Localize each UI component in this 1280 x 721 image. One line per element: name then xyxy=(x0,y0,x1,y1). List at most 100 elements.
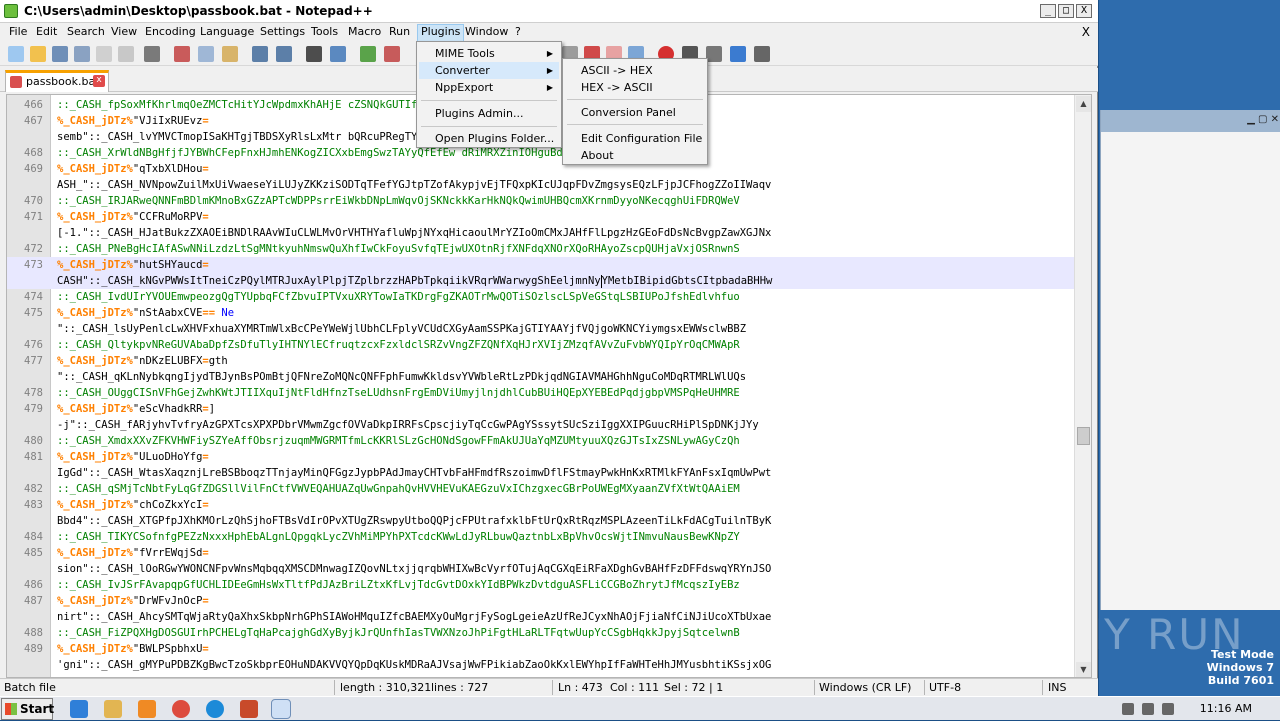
menu-window[interactable]: Window xyxy=(462,25,511,38)
tab-close-icon[interactable]: x xyxy=(93,75,105,87)
code-line[interactable]: Bbd4"::_CASH_XTGPfpJXhKMOrLzQhSjhoFTBsVd… xyxy=(7,513,1075,529)
code-line[interactable]: sion"::_CASH_lOoRGwYWONCNFpvWnsMqbqqXMSC… xyxy=(7,561,1075,577)
code-line[interactable]: 'gni"::_CASH_gMYPuPDBZKgBwcTzoSkbprEOHuN… xyxy=(7,657,1075,673)
code-line[interactable]: 481 %_CASH_jDTz%"ULuoDHoYfg= xyxy=(7,449,1075,465)
close-button[interactable]: X xyxy=(1076,4,1092,18)
code-line[interactable]: 487 %_CASH_jDTz%"DrWFvJnOcP= xyxy=(7,593,1075,609)
find-icon[interactable] xyxy=(306,46,322,62)
menu-encoding[interactable]: Encoding xyxy=(142,25,199,38)
menu-item-converter[interactable]: Converter ▶ xyxy=(419,62,559,79)
menu-item-mime-tools[interactable]: MIME Tools ▶ xyxy=(419,45,559,62)
media-player-icon[interactable] xyxy=(138,700,156,718)
menu-view[interactable]: View xyxy=(108,25,140,38)
code-line[interactable]: 482::_CASH_qSMjTcNbtFyLqGfZDGSllVilFnCtf… xyxy=(7,481,1075,497)
menu-item-plugins-admin[interactable]: Plugins Admin... xyxy=(419,105,559,122)
editor-area[interactable]: 466::_CASH_fpSoxMfKhrlmqOeZMCTcHitYJcWpd… xyxy=(6,94,1092,678)
code-line[interactable]: 484::_CASH_TIKYCSofnfgPEZzNxxxHphEbALgnL… xyxy=(7,529,1075,545)
code-line[interactable]: 473 %_CASH_jDTz%"hutSHYaucd= xyxy=(7,257,1075,273)
code-line[interactable]: 488::_CASH_FiZPQXHgDOSGUIrhPCHELgTqHaPca… xyxy=(7,625,1075,641)
background-window-controls: ▁ ▢ ✕ xyxy=(1247,114,1279,125)
code-line[interactable]: 471 %_CASH_jDTz%"CCFRuMoRPV= xyxy=(7,209,1075,225)
code-line[interactable]: 477 %_CASH_jDTz%"nDKzELUBFX=gth xyxy=(7,353,1075,369)
menu-language[interactable]: Language xyxy=(197,25,257,38)
notepadpp-taskbar-icon[interactable] xyxy=(271,699,291,719)
close-file-icon[interactable] xyxy=(96,46,112,62)
menu-plugins[interactable]: Plugins xyxy=(417,24,465,42)
code-line[interactable]: 472::_CASH_PNeBgHcIAfASwNNiLzdzLtSgMNtky… xyxy=(7,241,1075,257)
menu-item-open-plugins-folder[interactable]: Open Plugins Folder... xyxy=(419,130,559,147)
paste-icon[interactable] xyxy=(222,46,238,62)
print-icon[interactable] xyxy=(144,46,160,62)
code-line[interactable]: 478::_CASH_OUggCISnVFhGejZwhKWtJTIIXquIj… xyxy=(7,385,1075,401)
code-line[interactable]: CASH"::_CASH_kNGvPWWsItTneiCzPQylMTRJuxA… xyxy=(7,273,1075,289)
menu-search[interactable]: Search xyxy=(64,25,108,38)
copy-icon[interactable] xyxy=(198,46,214,62)
code-line[interactable]: "::_CASH_qKLnNybkqngIjydTBJynBsPOmBtjQFN… xyxy=(7,369,1075,385)
zoom-out-icon[interactable] xyxy=(384,46,400,62)
menu-tools[interactable]: Tools xyxy=(308,25,341,38)
close-all-icon[interactable] xyxy=(118,46,134,62)
scroll-down-icon[interactable]: ▼ xyxy=(1076,662,1091,677)
code-line[interactable]: 476::_CASH_QltykpvNReGUVAbaDpfZsDfuTlyIH… xyxy=(7,337,1075,353)
redo-icon[interactable] xyxy=(276,46,292,62)
flag-tray-icon[interactable] xyxy=(1122,703,1134,715)
menu-settings[interactable]: Settings xyxy=(257,25,308,38)
open-file-icon[interactable] xyxy=(30,46,46,62)
code-line[interactable]: ASH_"::_CASH_NVNpowZuilMxUiVwaeseYiLUJyZ… xyxy=(7,177,1075,193)
code-line[interactable]: "::_CASH_lsUyPenlcLwXHVFxhuaXYMRTmWlxBcC… xyxy=(7,321,1075,337)
edge-icon[interactable] xyxy=(206,700,224,718)
code-line[interactable]: 469 %_CASH_jDTz%"qTxbXlDHou= xyxy=(7,161,1075,177)
menu-bar: File Edit Search View Encoding Language … xyxy=(0,23,1098,42)
winrar-icon[interactable] xyxy=(240,700,258,718)
minimize-button[interactable]: _ xyxy=(1040,4,1056,18)
clock[interactable]: 11:16 AM xyxy=(1200,702,1252,715)
menu-file[interactable]: File xyxy=(6,25,30,38)
chrome-icon[interactable] xyxy=(172,700,190,718)
code-line[interactable]: [-1."::_CASH_HJatBukzZXAOEiBNDlRAAvWIuCL… xyxy=(7,225,1075,241)
menu-item-about[interactable]: About xyxy=(565,147,705,164)
menu-item-hex-to-ascii[interactable]: HEX -> ASCII xyxy=(565,79,705,96)
start-button[interactable]: Start xyxy=(1,698,54,720)
internet-explorer-icon[interactable] xyxy=(70,700,88,718)
save-all-icon[interactable] xyxy=(74,46,90,62)
save-macro-icon[interactable] xyxy=(754,46,770,62)
close-document-x[interactable]: X xyxy=(1082,25,1090,39)
menu-item-conversion-panel[interactable]: Conversion Panel xyxy=(565,104,705,121)
replace-icon[interactable] xyxy=(330,46,346,62)
code-token: = xyxy=(202,499,209,511)
new-file-icon[interactable] xyxy=(8,46,24,62)
code-line[interactable]: 485 %_CASH_jDTz%"fVrrEWqjSd= xyxy=(7,545,1075,561)
code-line[interactable]: IgGd"::_CASH_WtasXaqznjLreBSBboqzTTnjayM… xyxy=(7,465,1075,481)
code-line[interactable]: 470::_CASH_IRJARweQNNFmBDlmKMnoBxGZzAPTc… xyxy=(7,193,1075,209)
play-macro-icon[interactable] xyxy=(706,46,722,62)
zoom-in-icon[interactable] xyxy=(360,46,376,62)
scroll-thumb[interactable] xyxy=(1077,427,1090,445)
code-line[interactable]: 479 %_CASH_jDTz%"eScVhadkRR=] xyxy=(7,401,1075,417)
save-icon[interactable] xyxy=(52,46,68,62)
code-line[interactable]: 489 %_CASH_jDTz%"BWLPSpbhxU= xyxy=(7,641,1075,657)
maximize-button[interactable]: □ xyxy=(1058,4,1074,18)
tab-passbook-bat[interactable]: passbook.bat x xyxy=(5,70,109,92)
code-line[interactable]: 480::_CASH_XmdxXXvZFKVHWFiySZYeAffObsrjz… xyxy=(7,433,1075,449)
vertical-scrollbar[interactable]: ▲ ▼ xyxy=(1074,95,1091,677)
menu-item-ascii-to-hex[interactable]: ASCII -> HEX xyxy=(565,62,705,79)
menu-item-nppexport[interactable]: NppExport ▶ xyxy=(419,79,559,96)
network-tray-icon[interactable] xyxy=(1142,703,1154,715)
menu-item-edit-configuration-file[interactable]: Edit Configuration File xyxy=(565,130,705,147)
menu-macro[interactable]: Macro xyxy=(345,25,384,38)
undo-icon[interactable] xyxy=(252,46,268,62)
file-explorer-icon[interactable] xyxy=(104,700,122,718)
code-line[interactable]: nirt"::_CASH_AhcySMTqWjaRtyQaXhxSkbpNrhG… xyxy=(7,609,1075,625)
cut-icon[interactable] xyxy=(174,46,190,62)
scroll-up-icon[interactable]: ▲ xyxy=(1076,96,1091,112)
menu-help[interactable]: ? xyxy=(512,25,524,38)
code-line[interactable]: -j"::_CASH_fARjyhvTvfryAzGPXTcsXPXPDbrVM… xyxy=(7,417,1075,433)
code-line[interactable]: 475 %_CASH_jDTz%"nStAabxCVE== Ne xyxy=(7,305,1075,321)
volume-tray-icon[interactable] xyxy=(1162,703,1174,715)
code-line[interactable]: 486::_CASH_IvJSrFAvapqpGfUCHLIDEeGmHsWxT… xyxy=(7,577,1075,593)
code-line[interactable]: 483 %_CASH_jDTz%"chCoZkxYcI= xyxy=(7,497,1075,513)
menu-run[interactable]: Run xyxy=(386,25,413,38)
code-line[interactable]: 474::_CASH_IvdUIrYVOUEmwpeozgQgTYUpbqFCf… xyxy=(7,289,1075,305)
run-macro-multiple-icon[interactable] xyxy=(730,46,746,62)
menu-edit[interactable]: Edit xyxy=(33,25,60,38)
